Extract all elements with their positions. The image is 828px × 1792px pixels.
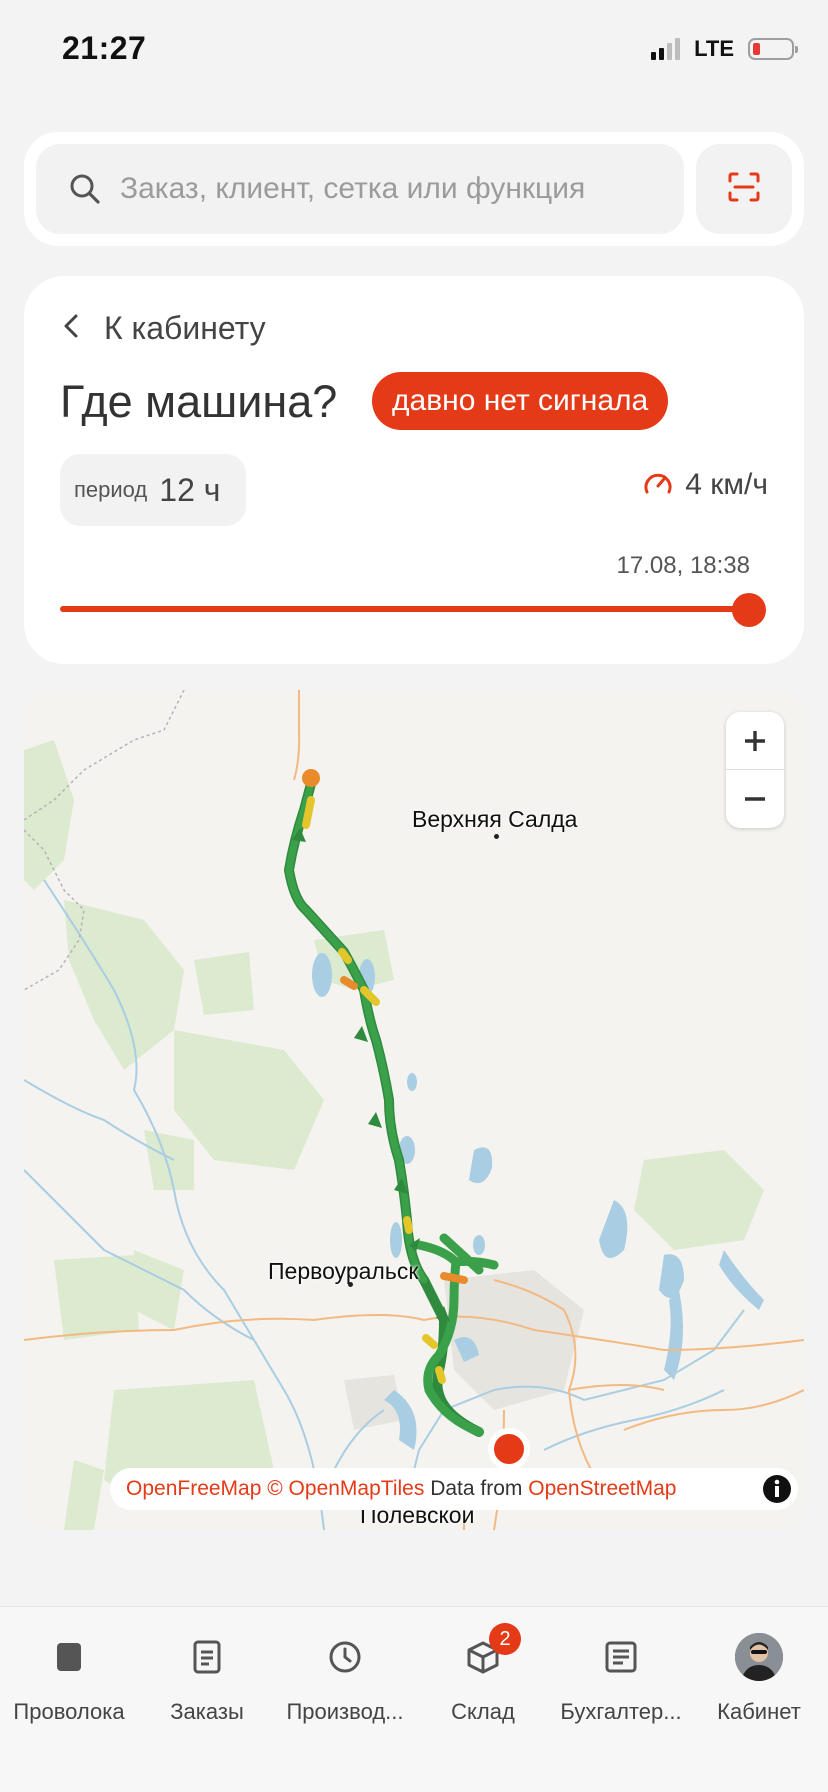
attribution-info-button[interactable] [758,1470,796,1508]
nav-item-orders[interactable]: Заказы [138,1633,276,1725]
zoom-in-button[interactable] [726,712,784,770]
map-attribution: OpenFreeMap © OpenMapTiles Data from Ope… [110,1468,798,1510]
status-bar: 21:27 LTE [0,0,828,100]
openfreemap-link[interactable]: OpenFreeMap [126,1477,261,1501]
speed-value: 4 км/ч [685,468,768,501]
warehouse-badge: 2 [489,1623,521,1655]
zoom-control [726,712,784,828]
search-input[interactable] [120,172,620,206]
city-dot [494,834,499,839]
data-from-text: Data from [430,1477,523,1500]
back-to-cabinet-link[interactable]: К кабинету [64,310,266,347]
city-label: Верхняя Салда [412,806,578,832]
nav-item-warehouse[interactable]: 2 Склад [414,1623,552,1725]
period-label: период [74,477,148,502]
nav-label: Производ... [286,1699,404,1724]
city-dot [348,1282,353,1287]
scan-button[interactable] [696,144,792,234]
period-value: 12 ч [159,471,221,508]
time-slider-track[interactable] [60,606,750,612]
back-label: К кабинету [104,310,266,346]
scan-icon [728,172,760,207]
period-selector[interactable]: период 12 ч [60,454,246,526]
bottom-navigation: Проволока Заказы Производ... 2 Склад Бух… [0,1606,828,1792]
nav-label: Кабинет [717,1699,801,1724]
nav-item-cabinet[interactable]: Кабинет [690,1633,828,1725]
speed-indicator: 4 км/ч [643,468,768,502]
signal-icon [651,38,681,60]
vehicle-card: К кабинету Где машина? давно нет сигнала… [24,276,804,664]
city-label: Первоуральск [268,1258,419,1284]
openstreetmap-link[interactable]: OpenStreetMap [528,1477,676,1501]
openmaptiles-link[interactable]: © OpenMapTiles [267,1477,424,1501]
ledger-icon [597,1633,645,1681]
zoom-out-button[interactable] [726,770,784,828]
minus-icon [745,797,765,801]
document-icon [183,1633,231,1681]
spool-icon [45,1633,93,1681]
search-field[interactable] [36,144,684,234]
search-bar [24,132,804,246]
nav-item-production[interactable]: Производ... [276,1633,414,1725]
status-badge: давно нет сигнала [372,372,669,430]
page-title: Где машина? [60,376,338,427]
status-time: 21:27 [62,30,147,66]
plus-icon [745,730,765,751]
vehicle-location-marker[interactable] [488,1428,530,1470]
nav-label: Склад [451,1699,515,1724]
avatar [735,1633,783,1681]
box-icon: 2 [459,1623,521,1681]
nav-item-wire[interactable]: Проволока [0,1633,138,1725]
search-icon [68,172,102,206]
battery-icon [748,38,798,60]
network-label: LTE [694,36,734,61]
nav-label: Бухгалтер... [560,1699,682,1724]
speedometer-icon [643,470,673,501]
time-slider-thumb[interactable] [732,593,766,627]
map[interactable]: Верхняя Салда Первоуральск Полевской Ope… [24,690,804,1530]
status-indicators: LTE [651,36,798,62]
nav-label: Проволока [13,1699,125,1724]
info-icon [763,1475,791,1503]
timestamp: 17.08, 18:38 [616,552,750,579]
clock-icon [321,1633,369,1681]
nav-item-accounting[interactable]: Бухгалтер... [552,1633,690,1725]
nav-label: Заказы [170,1699,244,1724]
chevron-left-icon [64,314,78,343]
